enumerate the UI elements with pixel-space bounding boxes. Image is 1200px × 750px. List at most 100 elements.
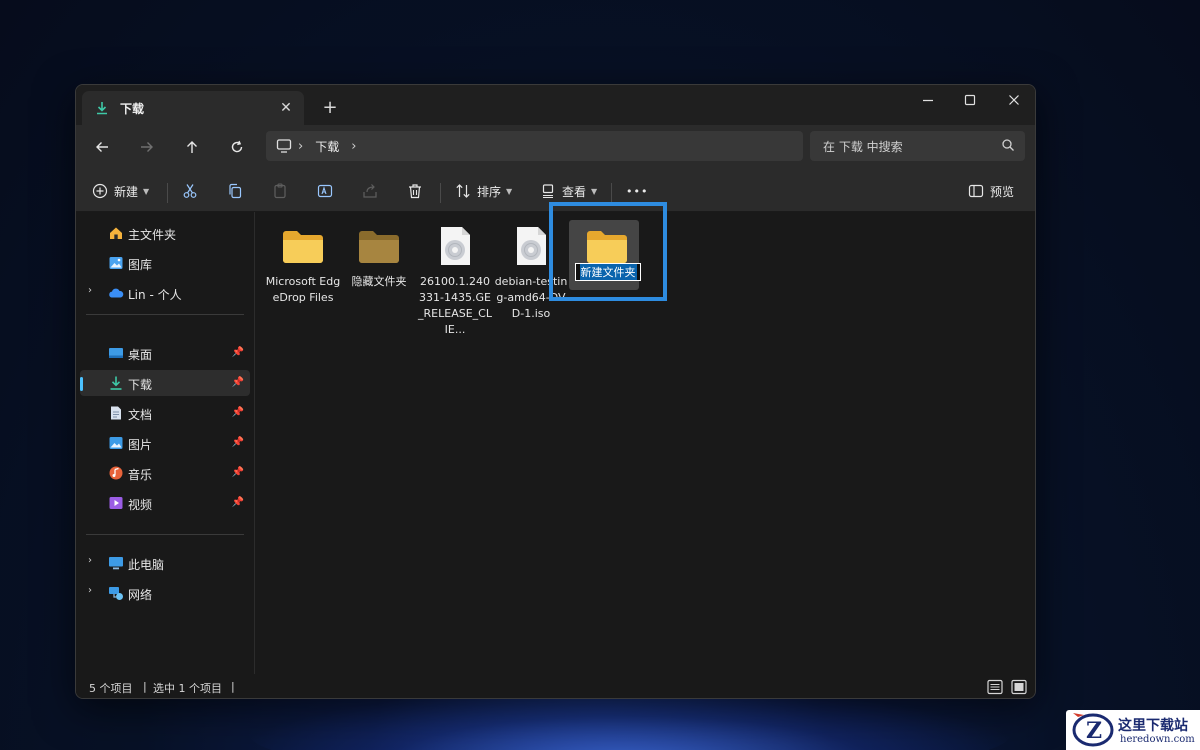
network-icon bbox=[109, 587, 123, 600]
copy-button[interactable] bbox=[227, 177, 243, 205]
file-name: 26100.1.240331-1435.GE_RELEASE_CLIE... bbox=[418, 275, 492, 336]
pictures-icon bbox=[109, 437, 123, 449]
arrow-right-icon bbox=[141, 142, 153, 152]
minimize-button[interactable] bbox=[906, 85, 950, 115]
sidebar-item-documents[interactable]: 文档 📌 bbox=[80, 400, 250, 426]
active-indicator bbox=[80, 377, 83, 391]
sidebar-item-onedrive[interactable]: › Lin - 个人 bbox=[80, 280, 250, 306]
view-button[interactable]: 查看 ▼ bbox=[540, 177, 597, 205]
sidebar-item-label: 此电脑 bbox=[128, 558, 165, 572]
cut-button[interactable] bbox=[182, 177, 198, 205]
breadcrumb-separator: › bbox=[298, 138, 304, 154]
chevron-down-icon: ▼ bbox=[591, 186, 598, 196]
tab-downloads[interactable]: 下载 ✕ bbox=[82, 91, 304, 125]
file-item[interactable]: 隐藏文件夹 bbox=[341, 220, 417, 290]
sidebar-item-home[interactable]: 主文件夹 bbox=[80, 220, 250, 246]
copy-icon bbox=[229, 183, 242, 199]
sidebar-item-label: 网络 bbox=[128, 588, 153, 602]
file-item[interactable]: Microsoft EdgeDrop Files bbox=[265, 220, 341, 306]
chevron-right-icon[interactable]: › bbox=[88, 555, 92, 566]
tab-close-button[interactable]: ✕ bbox=[276, 98, 296, 118]
address-bar[interactable]: › 下载 › bbox=[266, 131, 803, 161]
share-button[interactable] bbox=[362, 177, 378, 205]
toolbar-divider bbox=[611, 183, 612, 203]
new-button-label: 新建 bbox=[114, 184, 139, 199]
watermark-title: 这里下载站 bbox=[1118, 718, 1188, 734]
new-button[interactable]: 新建 ▼ bbox=[92, 177, 149, 205]
search-placeholder: 在 下载 中搜索 bbox=[823, 139, 903, 154]
file-item[interactable]: 26100.1.240331-1435.GE_RELEASE_CLIE... bbox=[417, 220, 493, 338]
refresh-icon bbox=[231, 140, 243, 153]
delete-button[interactable] bbox=[407, 177, 423, 205]
monitor-icon bbox=[276, 139, 292, 153]
view-label: 查看 bbox=[562, 184, 587, 199]
new-tab-button[interactable]: + bbox=[320, 97, 340, 118]
svg-text:Z: Z bbox=[1086, 718, 1102, 744]
close-icon bbox=[1009, 95, 1019, 105]
download-icon bbox=[110, 376, 122, 390]
details-view-icon[interactable] bbox=[986, 678, 1004, 696]
sidebar-item-label: 文档 bbox=[128, 408, 153, 422]
annotation-highlight-frame bbox=[549, 202, 667, 301]
disc-image-icon bbox=[433, 226, 477, 266]
sidebar-item-label: 图片 bbox=[128, 438, 153, 452]
trash-icon bbox=[409, 184, 421, 199]
preview-pane-button[interactable]: 预览 bbox=[968, 177, 1014, 205]
more-options-button[interactable]: ••• bbox=[626, 177, 648, 205]
wallpaper-bloom bbox=[250, 690, 1010, 750]
maximize-button[interactable] bbox=[948, 85, 992, 115]
paste-button[interactable] bbox=[272, 177, 288, 205]
chevron-down-icon: ▼ bbox=[143, 186, 150, 196]
navigation-pane: 主文件夹 图库 › Lin - 个人 桌面 📌 下载 📌 文档 📌 图片 📌 音… bbox=[76, 212, 254, 674]
forward-button[interactable] bbox=[133, 133, 161, 161]
gallery-icon bbox=[109, 257, 123, 269]
sidebar-item-gallery[interactable]: 图库 bbox=[80, 250, 250, 276]
rename-button[interactable] bbox=[317, 177, 333, 205]
sidebar-item-videos[interactable]: 视频 📌 bbox=[80, 490, 250, 516]
sidebar-item-desktop[interactable]: 桌面 📌 bbox=[80, 340, 250, 366]
minimize-icon bbox=[923, 99, 933, 102]
sidebar-item-label: Lin - 个人 bbox=[128, 288, 182, 302]
file-name: 隐藏文件夹 bbox=[351, 275, 407, 288]
breadcrumb-separator[interactable]: › bbox=[351, 139, 356, 154]
large-icons-view-icon[interactable] bbox=[1010, 678, 1028, 696]
arrow-left-icon bbox=[96, 142, 108, 152]
scissors-icon bbox=[183, 184, 197, 198]
search-input[interactable]: 在 下载 中搜索 bbox=[810, 131, 1025, 161]
music-icon bbox=[109, 466, 123, 480]
view-icon bbox=[542, 184, 554, 199]
sidebar-item-downloads[interactable]: 下载 📌 bbox=[80, 370, 250, 396]
download-icon bbox=[94, 100, 110, 116]
sort-button[interactable]: 排序 ▼ bbox=[455, 177, 512, 205]
sidebar-item-label: 主文件夹 bbox=[128, 228, 177, 242]
preview-label: 预览 bbox=[990, 184, 1015, 199]
sidebar-item-this-pc[interactable]: › 此电脑 bbox=[80, 550, 250, 576]
pin-icon[interactable]: 📌 bbox=[232, 497, 244, 508]
site-watermark: Z 这里下载站 heredown.com bbox=[1066, 710, 1200, 750]
pin-icon[interactable]: 📌 bbox=[232, 467, 244, 478]
pin-icon[interactable]: 📌 bbox=[232, 347, 244, 358]
sidebar-divider bbox=[86, 534, 244, 535]
item-count: 5 个项目 bbox=[89, 682, 133, 695]
sidebar-item-pictures[interactable]: 图片 📌 bbox=[80, 430, 250, 456]
sidebar-item-network[interactable]: › 网络 bbox=[80, 580, 250, 606]
up-button[interactable] bbox=[178, 133, 206, 161]
sidebar-divider bbox=[86, 314, 244, 315]
back-button[interactable] bbox=[88, 133, 116, 161]
pin-icon[interactable]: 📌 bbox=[232, 407, 244, 418]
pin-icon[interactable]: 📌 bbox=[232, 437, 244, 448]
sidebar-item-label: 桌面 bbox=[128, 348, 153, 362]
navigation-bar: › 下载 › 在 下载 中搜索 bbox=[76, 125, 1035, 169]
breadcrumb-downloads[interactable]: 下载 bbox=[315, 138, 339, 155]
refresh-button[interactable] bbox=[223, 133, 251, 161]
status-separator: | bbox=[143, 680, 147, 693]
toolbar-divider bbox=[440, 183, 441, 203]
sidebar-item-music[interactable]: 音乐 📌 bbox=[80, 460, 250, 486]
chevron-right-icon[interactable]: › bbox=[88, 285, 92, 296]
pin-icon[interactable]: 📌 bbox=[232, 377, 244, 388]
tab-label: 下载 bbox=[120, 101, 145, 116]
home-icon bbox=[110, 227, 122, 239]
close-window-button[interactable] bbox=[992, 85, 1035, 115]
chevron-right-icon[interactable]: › bbox=[88, 585, 92, 596]
watermark-subtitle: heredown.com bbox=[1120, 734, 1195, 745]
